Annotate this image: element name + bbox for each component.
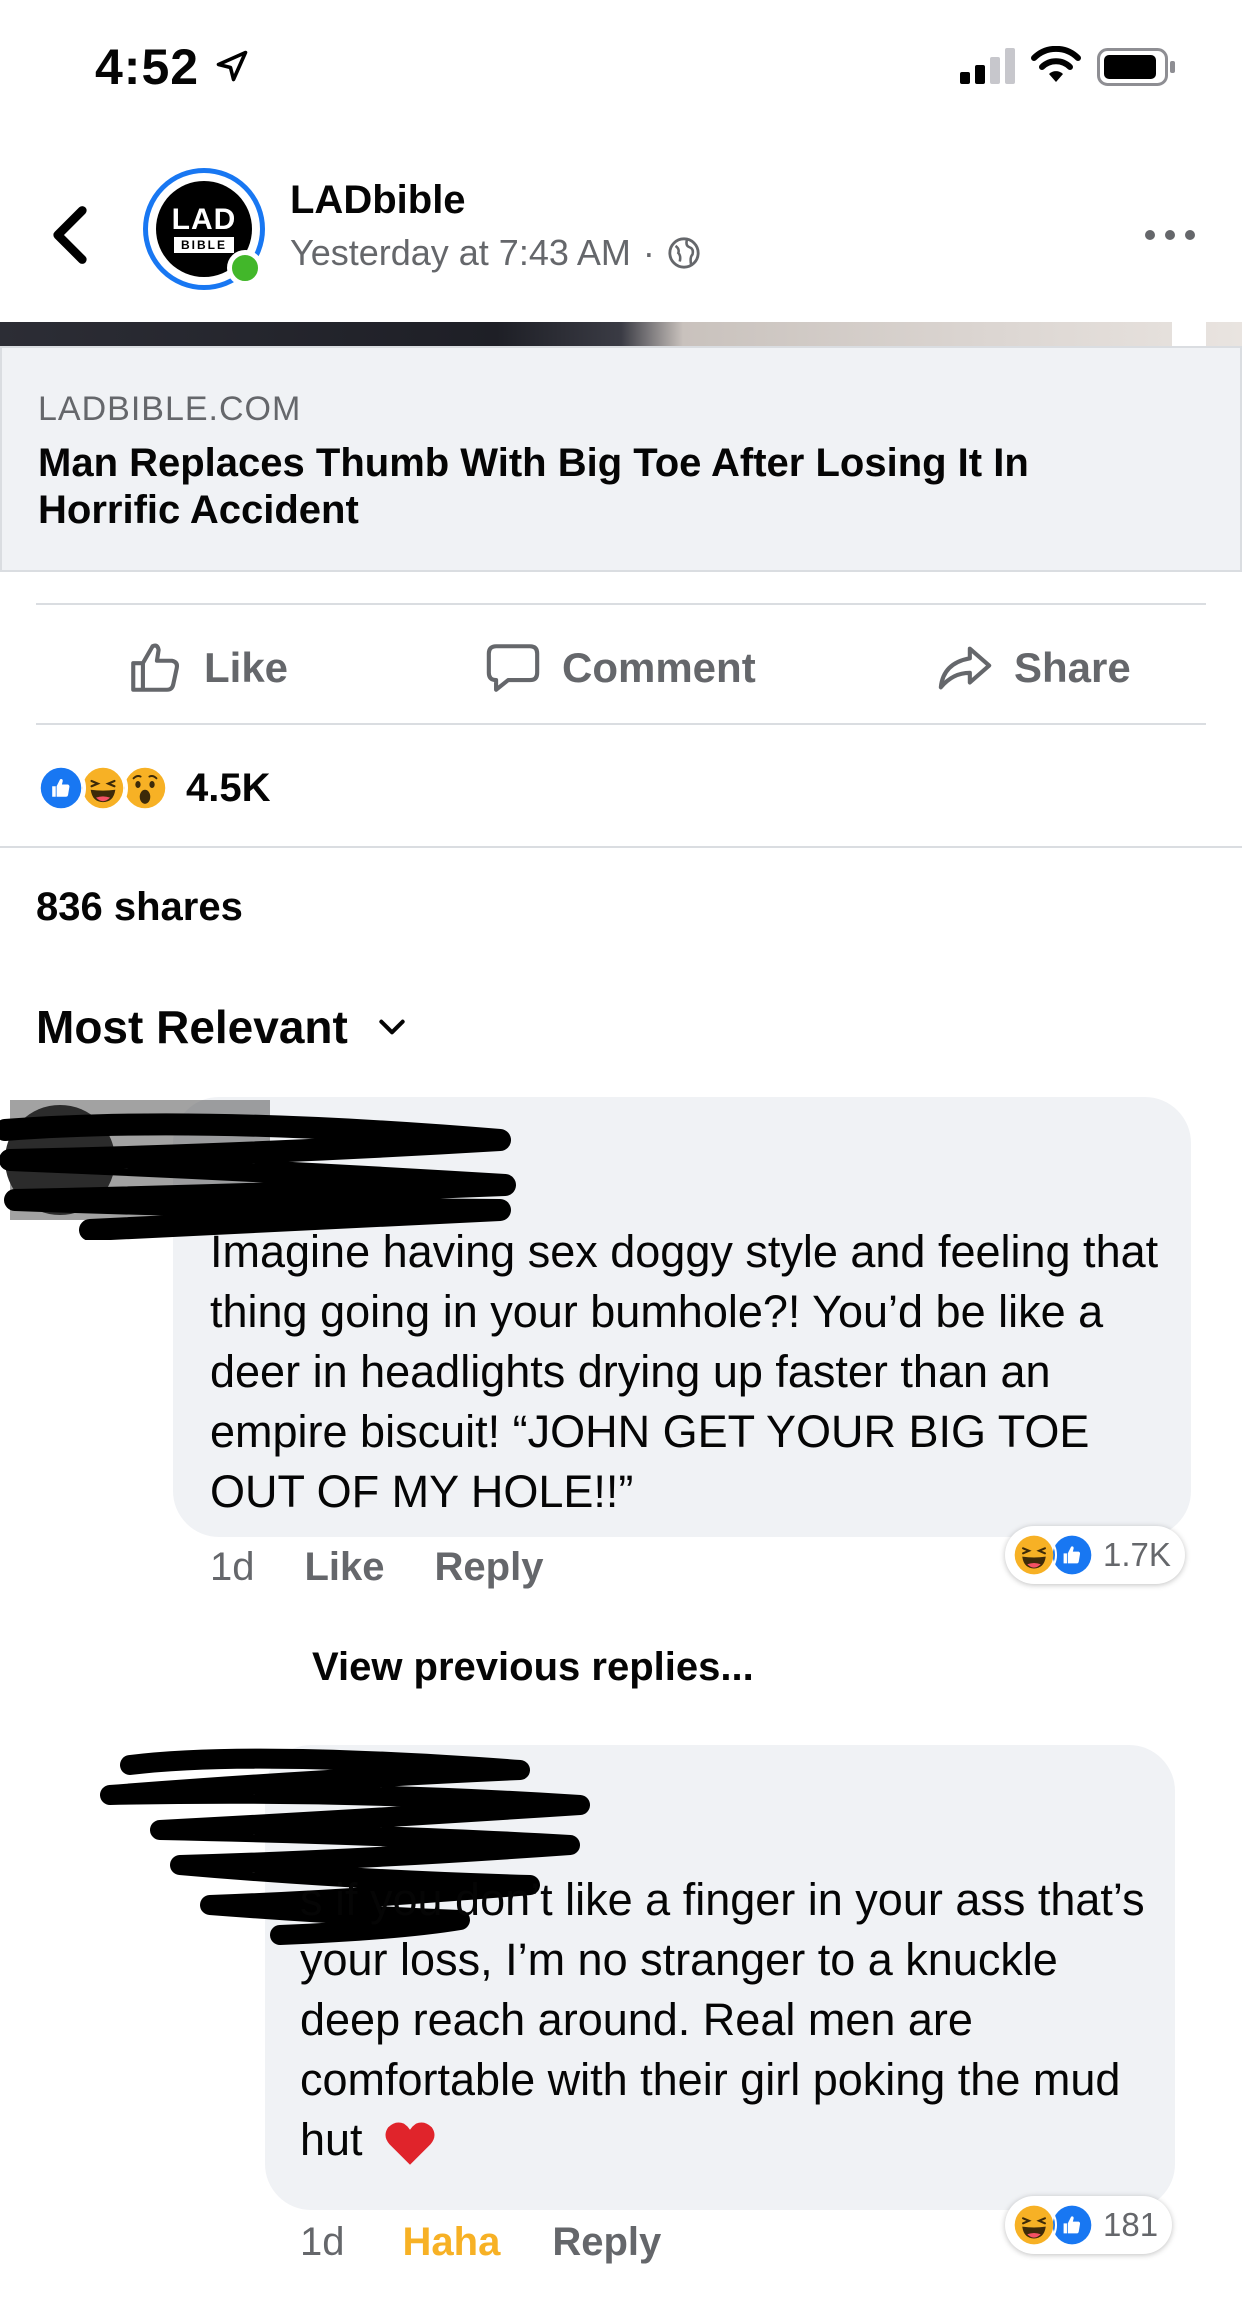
post-meta: Yesterday at 7:43 AM · <box>290 232 701 274</box>
post-image-edge[interactable] <box>0 322 1242 346</box>
post-header: LAD BIBLE LADbible Yesterday at 7:43 AM … <box>0 150 1242 320</box>
share-button[interactable]: Share <box>936 639 1131 697</box>
status-bar: 4:52 <box>0 0 1242 130</box>
reply-text: s if you don’t like a finger in your ass… <box>300 1870 1160 2172</box>
comment-text: Imagine having sex doggy style and feeli… <box>210 1226 1159 1517</box>
reaction-count: 4.5K <box>186 765 271 810</box>
status-time: 4:52 <box>95 39 200 95</box>
link-preview-card[interactable]: LADBIBLE.COM Man Replaces Thumb With Big… <box>0 346 1242 572</box>
thumbs-up-icon <box>131 643 179 692</box>
meta-separator: · <box>642 232 655 273</box>
share-arrow-icon <box>938 646 992 690</box>
online-status-dot <box>227 250 263 286</box>
red-heart-emoji-icon <box>385 2122 435 2165</box>
globe-icon <box>668 237 700 269</box>
comment-time: 1d <box>210 1545 255 1589</box>
sort-label: Most Relevant <box>36 1001 348 1053</box>
comment-reaction-count: 1.7K <box>1103 1536 1171 1573</box>
like-reaction-icon <box>36 763 86 813</box>
reply-time: 1d <box>300 2220 345 2264</box>
redacted-commenter-scribble <box>0 1100 516 1240</box>
comment-label: Comment <box>562 644 756 691</box>
back-arrow-icon[interactable] <box>40 200 100 270</box>
view-previous-replies[interactable]: View previous replies... <box>312 1645 754 1690</box>
speech-bubble-icon <box>486 644 540 692</box>
like-label: Like <box>204 644 289 691</box>
shares-count[interactable]: 836 shares <box>36 885 243 930</box>
divider <box>0 846 1242 848</box>
reply-haha-button[interactable]: Haha <box>403 2220 501 2265</box>
comment-reaction-pill[interactable]: 1.7K <box>1005 1526 1185 1584</box>
chevron-down-icon <box>379 1019 405 1035</box>
action-bar: Like Comment Share <box>36 603 1206 725</box>
link-title: Man Replaces Thumb With Big Toe After Lo… <box>38 441 1029 532</box>
post-time[interactable]: Yesterday at 7:43 AM <box>290 232 631 274</box>
comment-actions: 1d Like Reply <box>210 1545 543 1590</box>
reply-reaction-pill[interactable]: 181 <box>1005 2196 1173 2254</box>
like-button[interactable]: Like <box>126 639 288 697</box>
haha-reaction-icon <box>1011 1532 1057 1578</box>
cellular-signal-icon <box>960 48 1015 84</box>
comment-like-button[interactable]: Like <box>305 1545 385 1590</box>
comment-button[interactable]: Comment <box>484 639 756 697</box>
more-options-icon[interactable] <box>1140 220 1200 250</box>
comment-reply-button[interactable]: Reply <box>435 1545 544 1590</box>
page-name[interactable]: LADbible <box>290 178 466 223</box>
location-arrow-icon <box>216 50 248 82</box>
reply-reply-button[interactable]: Reply <box>552 2220 661 2265</box>
reply-actions: 1d Haha Reply <box>300 2220 661 2265</box>
reply-reaction-count: 181 <box>1103 2206 1159 2243</box>
link-domain: LADBIBLE.COM <box>38 390 302 428</box>
battery-icon <box>1097 48 1175 86</box>
reaction-summary[interactable]: 4.5K <box>36 758 271 818</box>
share-label: Share <box>1014 644 1131 691</box>
wifi-icon <box>1031 46 1081 82</box>
haha-reaction-icon <box>1011 2202 1057 2248</box>
comment-sort-dropdown[interactable]: Most Relevant <box>36 1000 408 1054</box>
